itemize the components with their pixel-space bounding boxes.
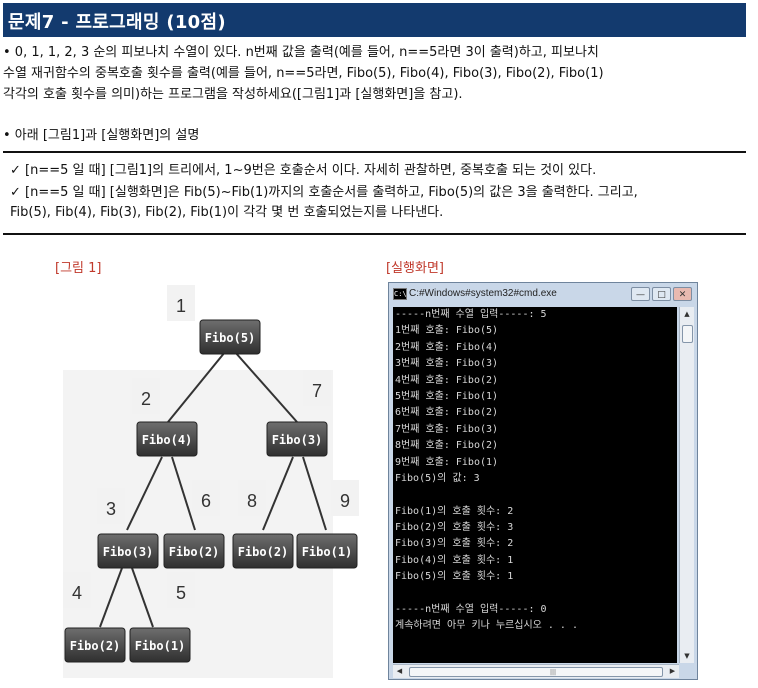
check2-line2: Fib(5), Fib(4), Fib(3), Fib(2), Fib(1)이 … — [10, 205, 444, 220]
check1-text: ✓ [n==5 일 때] [그림1]의 트리에서, 1~9번은 호출순서 이다.… — [10, 163, 597, 178]
order-label: 3 — [106, 499, 116, 519]
cmd-icon: C:\ — [393, 288, 407, 300]
node-label: Fibo(1) — [135, 639, 186, 653]
console-line: 8번째 호출: Fibo(2) — [395, 440, 499, 452]
node-label: Fibo(5) — [205, 331, 256, 345]
horizontal-scroll-thumb[interactable]: ||| — [409, 667, 663, 677]
node-label: Fibo(3) — [103, 545, 154, 559]
node-label: Fibo(3) — [272, 433, 323, 447]
console-output[interactable]: -----n번째 수열 입력-----: 5 1번째 호출: Fibo(5) 2번째… — [393, 307, 677, 663]
cmd-window[interactable]: C:\ C:#Windows#system32#cmd.exe — □ ✕ --… — [388, 282, 698, 680]
order-label: 8 — [247, 491, 257, 511]
order-label: 1 — [176, 296, 186, 316]
console-line: Fibo(1)의 호출 횟수: 2 — [395, 505, 514, 517]
console-line: Fibo(5)의 호출 횟수: 1 — [395, 571, 514, 583]
maximize-button[interactable]: □ — [652, 287, 671, 301]
console-line: 5번째 호출: Fibo(1) — [395, 390, 499, 402]
bullet2-text: • 아래 [그림1]과 [실행화면]의 설명 — [3, 128, 200, 143]
cmd-titlebar[interactable]: C:\ C:#Windows#system32#cmd.exe — □ ✕ — [389, 283, 697, 305]
console-line: 계속하려면 아무 키나 누르십시오 . . . — [395, 620, 578, 632]
divider-top — [3, 151, 746, 153]
bullet1-line2: 수열 재귀함수의 중복호출 횟수를 출력(예를 들어, n==5라면, Fibo… — [3, 66, 604, 81]
console-line: 1번째 호출: Fibo(5) — [395, 325, 499, 337]
title-bar: 문제7 - 프로그래밍 (10점) — [3, 3, 746, 37]
order-label: 2 — [141, 389, 151, 409]
vertical-scroll-thumb[interactable] — [682, 325, 693, 343]
console-line: -----n번째 수열 입력-----: 0 — [395, 604, 547, 616]
node-label: Fibo(1) — [302, 545, 353, 559]
scroll-left-arrow-icon[interactable]: ◀ — [393, 665, 406, 678]
screen-caption: [실행화면] — [386, 261, 444, 276]
close-button[interactable]: ✕ — [673, 287, 692, 301]
bullet1-line1: • 0, 1, 1, 2, 3 순의 피보나치 수열이 있다. n번째 값을 출… — [3, 45, 599, 60]
fibo-call-tree: 1 2 7 3 6 8 9 4 5 Fibo(5) Fibo(4) Fibo(3… — [63, 285, 359, 678]
console-line: Fibo(3)의 호출 횟수: 2 — [395, 538, 514, 550]
scroll-right-arrow-icon[interactable]: ▶ — [666, 665, 679, 678]
order-label: 9 — [340, 491, 350, 511]
figure-caption: [그림 1] — [55, 261, 102, 276]
vertical-scrollbar[interactable]: ▲ ▼ — [679, 307, 694, 663]
console-line: 9번째 호출: Fibo(1) — [395, 456, 499, 468]
divider-bottom — [3, 233, 746, 235]
console-line: 6번째 호출: Fibo(2) — [395, 407, 499, 419]
scroll-down-arrow-icon[interactable]: ▼ — [680, 649, 694, 663]
node-label: Fibo(2) — [169, 545, 220, 559]
console-line: 4번째 호출: Fibo(2) — [395, 374, 499, 386]
console-line: 3번째 호출: Fibo(3) — [395, 358, 499, 370]
order-label: 6 — [201, 491, 211, 511]
node-label: Fibo(2) — [238, 545, 289, 559]
problem-title: 문제7 - 프로그래밍 (10점) — [8, 12, 226, 33]
order-label: 5 — [176, 583, 186, 603]
scroll-up-arrow-icon[interactable]: ▲ — [680, 307, 694, 321]
node-label: Fibo(4) — [142, 433, 193, 447]
grip-icon: ||| — [550, 669, 557, 676]
order-label: 7 — [312, 381, 322, 401]
cmd-window-title: C:#Windows#system32#cmd.exe — [409, 288, 557, 299]
console-line: -----n번째 수열 입력-----: 5 — [395, 309, 547, 320]
console-line: Fibo(5)의 값: 3 — [395, 472, 480, 484]
console-line: Fibo(4)의 호출 횟수: 1 — [395, 554, 514, 566]
check2-line1: ✓ [n==5 일 때] [실행화면]은 Fib(5)~Fib(1)까지의 호출… — [10, 185, 638, 200]
node-label: Fibo(2) — [70, 639, 121, 653]
console-line: 2번째 호출: Fibo(4) — [395, 341, 499, 353]
minimize-button[interactable]: — — [631, 287, 650, 301]
horizontal-scrollbar[interactable]: ◀ ||| ▶ — [393, 664, 679, 678]
order-label: 4 — [72, 583, 82, 603]
console-line: 7번째 호출: Fibo(3) — [395, 423, 499, 435]
bullet1-line3: 각각의 호출 횟수를 의미)하는 프로그램을 작성하세요([그림1]과 [실행화… — [3, 87, 463, 102]
console-line: Fibo(2)의 호출 횟수: 3 — [395, 522, 514, 534]
